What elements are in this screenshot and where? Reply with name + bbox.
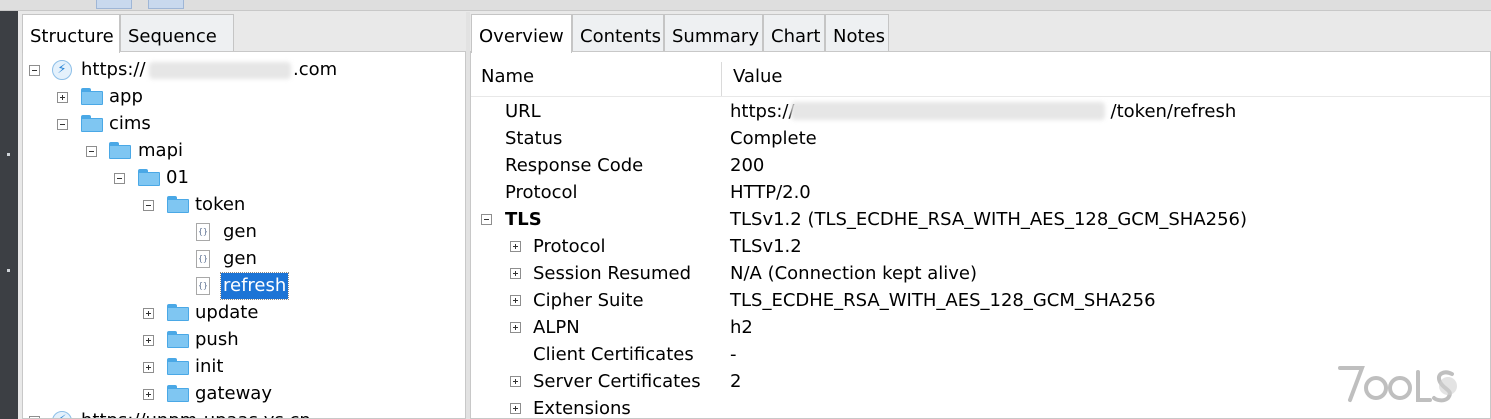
tab-structure[interactable]: Structure [22, 14, 120, 53]
collapse-icon[interactable] [114, 173, 125, 184]
folder-icon [167, 196, 189, 213]
url-suffix: /token/refresh [1110, 101, 1237, 122]
expand-icon[interactable] [510, 295, 521, 306]
watermark-logo [1338, 366, 1457, 403]
tree-item[interactable]: token [23, 192, 463, 218]
table-row[interactable]: Cipher Suite TLS_ECDHE_RSA_WITH_AES_128_… [471, 287, 1490, 314]
folder-icon [109, 142, 131, 159]
tab-overview[interactable]: Overview [471, 14, 572, 53]
tree-item[interactable]: app [23, 84, 463, 110]
toolbar-button[interactable] [148, 0, 184, 9]
tab-summary[interactable]: Summary [664, 14, 763, 51]
folder-icon [81, 115, 103, 132]
tree-item[interactable]: push [23, 327, 463, 353]
tree-host-suffix: .com [293, 59, 338, 80]
column-header-value[interactable]: Value [733, 62, 782, 92]
table-row[interactable]: URL https:///token/refresh [471, 98, 1490, 125]
redacted-host [149, 62, 291, 79]
window-edge [0, 11, 18, 419]
folder-icon [81, 88, 103, 105]
column-separator[interactable] [721, 62, 722, 96]
lightning-icon: ⚡ [52, 411, 72, 418]
toolbar-strip [0, 0, 1491, 11]
tab-contents[interactable]: Contents [572, 14, 664, 51]
collapse-icon[interactable] [86, 146, 97, 157]
expand-icon[interactable] [143, 335, 154, 346]
expand-icon[interactable] [510, 241, 521, 252]
file-icon: {} [196, 223, 210, 241]
folder-icon [167, 385, 189, 402]
lightning-icon: ⚡ [52, 60, 72, 80]
table-row[interactable]: Protocol TLSv1.2 [471, 233, 1490, 260]
expand-icon[interactable] [143, 389, 154, 400]
tree-item[interactable]: cims [23, 111, 463, 137]
folder-icon [167, 304, 189, 321]
right-tabbar: Overview Contents Summary Chart Notes [471, 14, 1491, 53]
collapse-icon[interactable] [481, 214, 492, 225]
expand-icon[interactable] [143, 362, 154, 373]
expand-icon[interactable] [510, 322, 521, 333]
toolbar-button[interactable] [96, 0, 132, 9]
tree-host-node[interactable]: ⚡ https://unpm-upaas.ys.cn [23, 408, 463, 418]
collapse-icon[interactable] [143, 200, 154, 211]
collapse-icon[interactable] [29, 65, 40, 76]
redacted-url [791, 102, 1105, 120]
file-icon: {} [196, 250, 210, 268]
tree-item-selected[interactable]: {} refresh [23, 272, 463, 300]
tree-item[interactable]: {} gen [23, 246, 463, 272]
tab-notes[interactable]: Notes [825, 14, 889, 51]
tree-item[interactable]: {} gen [23, 219, 463, 245]
tree-host-node[interactable]: ⚡ https:// .com [23, 57, 463, 83]
expand-icon[interactable] [510, 403, 521, 414]
left-tabbar: Structure Sequence [22, 14, 466, 53]
tab-chart[interactable]: Chart [763, 14, 825, 51]
expand-icon[interactable] [510, 376, 521, 387]
table-row[interactable]: Protocol HTTP/2.0 [471, 179, 1490, 206]
tab-sequence[interactable]: Sequence [120, 14, 234, 51]
table-row[interactable]: TLS TLSv1.2 (TLS_ECDHE_RSA_WITH_AES_128_… [471, 206, 1490, 233]
folder-icon [167, 331, 189, 348]
table-row[interactable]: Response Code 200 [471, 152, 1490, 179]
column-header-name[interactable]: Name [481, 62, 534, 92]
tree-item[interactable]: gateway [23, 381, 463, 407]
tree-item[interactable]: update [23, 300, 463, 326]
table-header: Name Value [471, 62, 1490, 97]
structure-tree[interactable]: ⚡ https:// .com app cims mapi 01 token {… [22, 51, 466, 419]
table-row[interactable]: Session Resumed N/A (Connection kept ali… [471, 260, 1490, 287]
expand-icon[interactable] [57, 92, 68, 103]
table-row[interactable]: ALPN h2 [471, 314, 1490, 341]
expand-icon[interactable] [143, 308, 154, 319]
collapse-icon[interactable] [57, 119, 68, 130]
table-row[interactable]: Status Complete [471, 125, 1490, 152]
expand-icon[interactable] [510, 268, 521, 279]
tree-host-prefix: https:// [81, 59, 146, 80]
tree-item[interactable]: 01 [23, 165, 463, 191]
folder-icon [167, 358, 189, 375]
folder-icon [138, 169, 160, 186]
tree-item[interactable]: mapi [23, 138, 463, 164]
url-prefix: https:// [730, 101, 795, 122]
file-icon: {} [196, 277, 210, 295]
tree-item[interactable]: init [23, 354, 463, 380]
